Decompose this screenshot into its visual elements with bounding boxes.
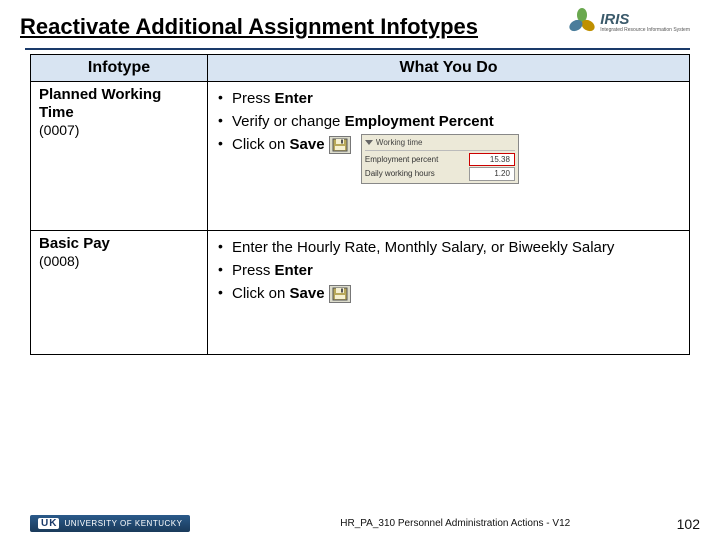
iris-logo-sub: Integrated Resource Information System [600,28,690,33]
action-list: Enter the Hourly Rate, Monthly Salary, o… [216,237,681,304]
list-item: Enter the Hourly Rate, Monthly Salary, o… [216,237,681,258]
infotype-name: Basic Pay [39,235,199,253]
list-item: Click on Save Working time [216,134,681,184]
footer-center-text: HR_PA_310 Personnel Administration Actio… [190,518,720,529]
uk-box-icon: UK [38,518,59,529]
save-text: Click on Save [232,285,325,302]
infotype-table: Infotype What You Do Planned Working Tim… [30,54,690,355]
save-icon [329,136,351,154]
th-whatyoudo: What You Do [208,55,690,82]
mini-label: Employment percent [365,154,438,165]
list-item: Click on Save [216,283,681,304]
iris-logo-text: IRIS [600,11,690,28]
save-icon [329,285,351,303]
title-underline [25,48,690,50]
th-infotype: Infotype [31,55,208,82]
iris-flower-icon [568,8,596,36]
mini-value: 15.38 [469,153,515,166]
table-row: Planned Working Time (0007) Press Enter … [31,82,690,231]
mini-value: 1.20 [469,167,515,180]
mini-header: Working time [376,137,423,148]
page-number: 102 [677,516,700,532]
uk-logo: UK UNIVERSITY OF KENTUCKY [30,515,190,532]
table-row: Basic Pay (0008) Enter the Hourly Rate, … [31,231,690,355]
triangle-icon [365,140,373,145]
list-item: Verify or change Employment Percent [216,111,681,132]
uk-logo-text: UNIVERSITY OF KENTUCKY [64,519,182,528]
mini-label: Daily working hours [365,168,435,179]
infotype-code: (0008) [39,253,199,269]
footer: UK UNIVERSITY OF KENTUCKY HR_PA_310 Pers… [0,515,720,532]
list-item: Press Enter [216,260,681,281]
infotype-name: Planned Working Time [39,86,199,122]
working-time-screenshot: Working time Employment percent 15.38 Dai… [361,134,519,184]
infotype-code: (0007) [39,122,199,138]
iris-logo: IRIS Integrated Resource Information Sys… [568,8,690,36]
action-list: Press Enter Verify or change Employment … [216,88,681,184]
list-item: Press Enter [216,88,681,109]
save-text: Click on Save [232,136,325,153]
